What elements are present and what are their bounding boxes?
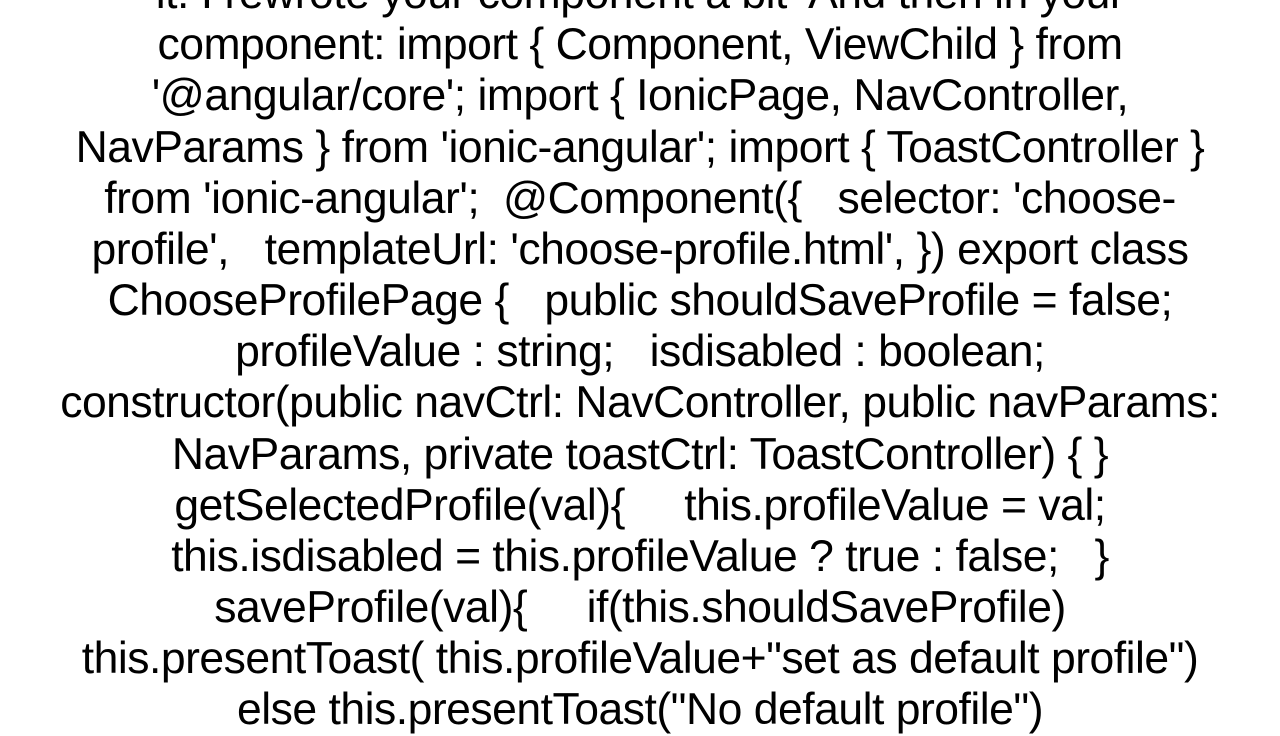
document-body-text: it. I rewrote your component a bit And t…	[35, 0, 1245, 736]
